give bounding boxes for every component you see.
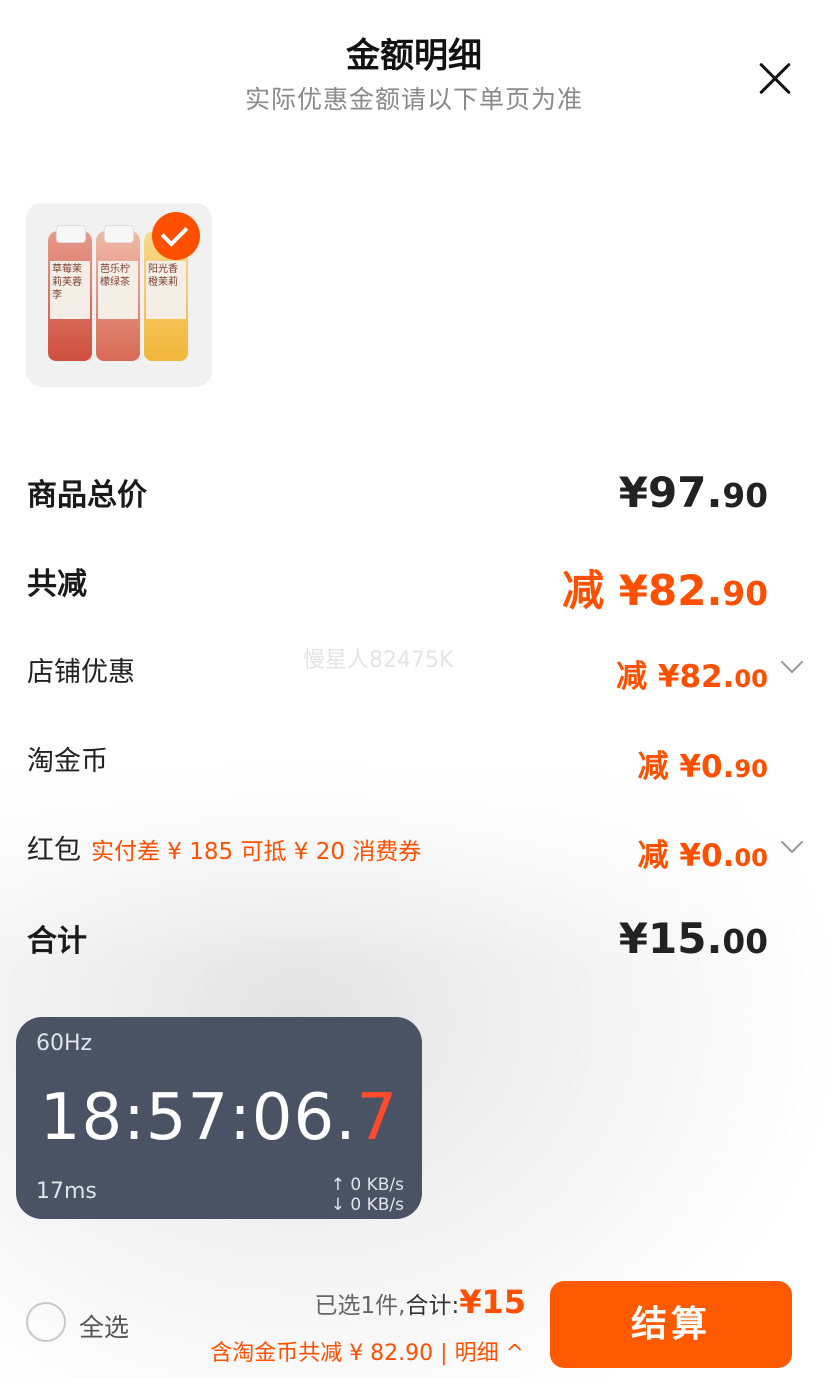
close-icon[interactable] xyxy=(756,60,794,98)
clock-time: 18:57:06.7 xyxy=(39,1081,399,1155)
checkout-button[interactable]: 结算 xyxy=(550,1281,792,1368)
bottle-label: 芭乐柠檬绿茶 xyxy=(98,261,138,319)
sum-value: ¥15.00 xyxy=(618,914,768,963)
total-price-value: ¥97.90 xyxy=(618,468,768,517)
network-speed: ↑ 0 KB/s ↓ 0 KB/s xyxy=(331,1175,404,1215)
select-all-radio[interactable] xyxy=(26,1302,66,1342)
watermark: 慢星人82475K xyxy=(303,648,454,673)
hongbao-value: 减 ¥0.00 xyxy=(637,838,768,874)
page-title: 金额明细 xyxy=(346,36,482,76)
discount-value: 减 ¥82.90 xyxy=(562,566,768,615)
sum-label: 合计 xyxy=(27,924,87,959)
bottle-label: 阳光香橙茉莉 xyxy=(146,261,186,319)
hongbao-note: 实付差 ¥ 185 可抵 ¥ 20 消费券 xyxy=(91,839,422,865)
footer-sum-amount: ¥15 xyxy=(459,1283,526,1321)
taojinbi-value: 减 ¥0.90 xyxy=(637,749,768,785)
total-price-label: 商品总价 xyxy=(27,478,147,513)
page-subtitle: 实际优惠金额请以下单页为准 xyxy=(244,85,583,114)
taojinbi-label: 淘金币 xyxy=(27,746,108,777)
bottle-image: 草莓茉莉芙蓉李 xyxy=(48,225,92,361)
footer-detail-link[interactable]: 含淘金币共减 ¥ 82.90 | 明细 ^ xyxy=(210,1335,524,1367)
shop-discount-label: 店铺优惠 xyxy=(27,657,135,688)
upload-speed: ↑ 0 KB/s xyxy=(330,1175,404,1195)
performance-overlay: 60Hz 18:57:06.7 17ms ↑ 0 KB/s ↓ 0 KB/s xyxy=(16,1017,422,1219)
shop-discount-value: 减 ¥82.00 xyxy=(616,659,768,695)
hongbao-label: 红包 实付差 ¥ 185 可抵 ¥ 20 消费券 xyxy=(27,835,422,866)
selected-check-icon[interactable] xyxy=(152,212,200,260)
select-all-label[interactable]: 全选 xyxy=(79,1308,129,1344)
frame-time: 17ms xyxy=(36,1179,97,1204)
refresh-rate: 60Hz xyxy=(36,1031,93,1056)
bottle-label: 草莓茉莉芙蓉李 xyxy=(50,261,90,319)
download-speed: ↓ 0 KB/s xyxy=(330,1195,404,1215)
bottle-image: 芭乐柠檬绿茶 xyxy=(96,225,140,361)
discount-label: 共减 xyxy=(27,567,87,602)
footer-summary: 已选1件,合计:¥15 xyxy=(314,1283,527,1321)
